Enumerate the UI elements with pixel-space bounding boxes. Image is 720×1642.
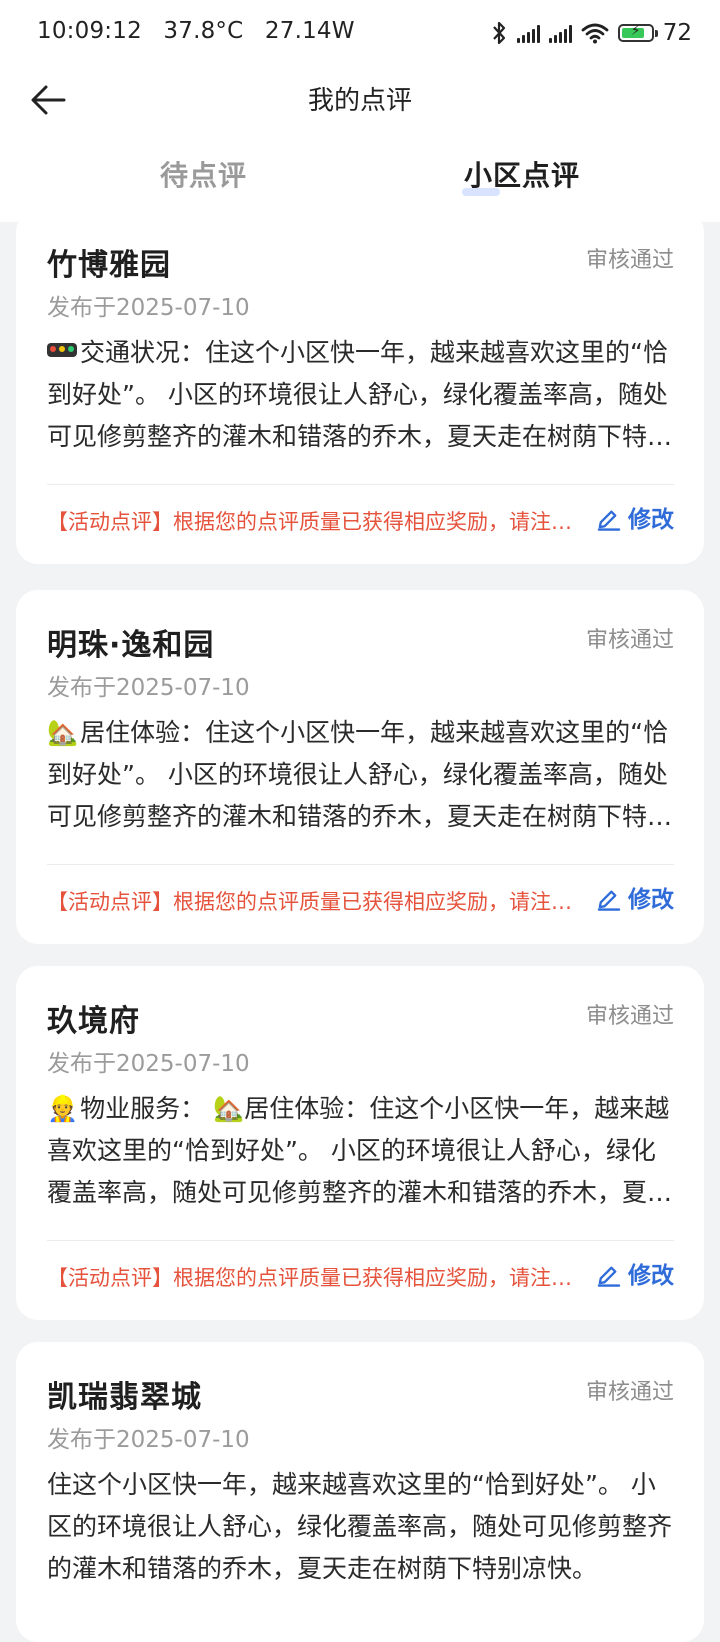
- review-content[interactable]: 住这个小区快一年，越来越喜欢这里的“恰到好处”。 小区的环境很让人舒心，绿化覆盖…: [47, 1464, 675, 1590]
- top-bar: 10:09:12 37.8°C 27.14W ⚡ 72 我的点评 待点评 小区点…: [0, 0, 720, 222]
- review-card: 玖境府 审核通过 发布于2025-07-10 👷物业服务： 🏡居住体验：住这个小…: [16, 966, 704, 1320]
- review-status: 审核通过: [585, 248, 674, 273]
- tab-community-reviews[interactable]: 小区点评: [464, 154, 580, 194]
- edit-pencil-icon: [597, 510, 621, 531]
- review-text: 交通状况：住这个小区快一年，越来越喜欢这里的“恰到好处”。 小区的环境很让人舒心…: [47, 338, 673, 451]
- worker-icon: 👷: [47, 1094, 79, 1123]
- review-card: 明珠·逸和园 审核通过 发布于2025-07-10 🏡居住体验：住这个小区快一年…: [16, 590, 704, 944]
- reward-notice: 【活动点评】根据您的点评质量已获得相应奖励，请注意查收: [47, 510, 577, 534]
- battery-icon: ⚡: [617, 23, 658, 42]
- wifi-icon: [581, 23, 609, 44]
- bluetooth-icon: [492, 21, 505, 45]
- community-name: 玖境府: [47, 1004, 140, 1039]
- publish-date: 发布于2025-07-10: [47, 675, 250, 701]
- status-power: 27.14W: [264, 18, 355, 44]
- edit-pencil-icon: [597, 1266, 621, 1287]
- review-status: 审核通过: [585, 628, 674, 653]
- edit-button[interactable]: 修改: [595, 1256, 674, 1290]
- reward-notice: 【活动点评】根据您的点评质量已获得相应奖励，请注意查收: [47, 890, 577, 914]
- review-card: 凯瑞翡翠城 审核通过 发布于2025-07-10 住这个小区快一年，越来越喜欢这…: [16, 1342, 704, 1642]
- review-status: 审核通过: [585, 1380, 674, 1405]
- house-icon: 🏡: [47, 718, 79, 747]
- tab-bar: 待点评 小区点评: [0, 140, 720, 210]
- status-temperature: 37.8°C: [163, 18, 244, 44]
- status-icons: ⚡ 72: [490, 18, 692, 48]
- traffic-light-icon: [47, 343, 77, 357]
- review-card: 竹博雅园 审核通过 发布于2025-07-10 交通状况：住这个小区快一年，越来…: [16, 210, 704, 564]
- nav-header: 我的点评: [0, 66, 720, 132]
- edit-button[interactable]: 修改: [595, 880, 674, 914]
- review-text: 物业服务： 🏡居住体验：住这个小区快一年，越来越喜欢这里的“恰到好处”。 小区的…: [47, 1094, 673, 1207]
- review-text: 居住体验：住这个小区快一年，越来越喜欢这里的“恰到好处”。 小区的环境很让人舒心…: [47, 718, 673, 831]
- publish-date: 发布于2025-07-10: [47, 1051, 250, 1077]
- signal-icon: [516, 23, 540, 43]
- publish-date: 发布于2025-07-10: [47, 295, 250, 321]
- reward-notice: 【活动点评】根据您的点评质量已获得相应奖励，请注意查收: [47, 1266, 577, 1290]
- edit-button[interactable]: 修改: [595, 500, 674, 534]
- review-content[interactable]: 👷物业服务： 🏡居住体验：住这个小区快一年，越来越喜欢这里的“恰到好处”。 小区…: [47, 1088, 675, 1214]
- edit-label: 修改: [628, 887, 674, 913]
- edit-pencil-icon: [597, 890, 621, 911]
- community-name: 明珠·逸和园: [47, 628, 215, 663]
- community-name: 竹博雅园: [47, 248, 171, 283]
- tab-pending-reviews[interactable]: 待点评: [160, 154, 247, 194]
- review-text: 住这个小区快一年，越来越喜欢这里的“恰到好处”。 小区的环境很让人舒心，绿化覆盖…: [47, 1470, 673, 1583]
- publish-date: 发布于2025-07-10: [47, 1427, 250, 1453]
- edit-label: 修改: [628, 1263, 674, 1289]
- review-status: 审核通过: [585, 1004, 674, 1029]
- page-title: 我的点评: [307, 86, 412, 116]
- status-info: 10:09:12 37.8°C 27.14W: [37, 18, 369, 44]
- status-time: 10:09:12: [37, 18, 142, 44]
- divider: [47, 864, 674, 865]
- edit-label: 修改: [628, 507, 674, 533]
- battery-level: 72: [662, 20, 692, 46]
- divider: [47, 1240, 674, 1241]
- signal-icon-2: [548, 23, 572, 43]
- review-content[interactable]: 交通状况：住这个小区快一年，越来越喜欢这里的“恰到好处”。 小区的环境很让人舒心…: [47, 332, 675, 458]
- status-bar: 10:09:12 37.8°C 27.14W ⚡ 72: [0, 0, 720, 66]
- divider: [47, 484, 674, 485]
- review-content[interactable]: 🏡居住体验：住这个小区快一年，越来越喜欢这里的“恰到好处”。 小区的环境很让人舒…: [47, 712, 675, 838]
- community-name: 凯瑞翡翠城: [47, 1380, 202, 1415]
